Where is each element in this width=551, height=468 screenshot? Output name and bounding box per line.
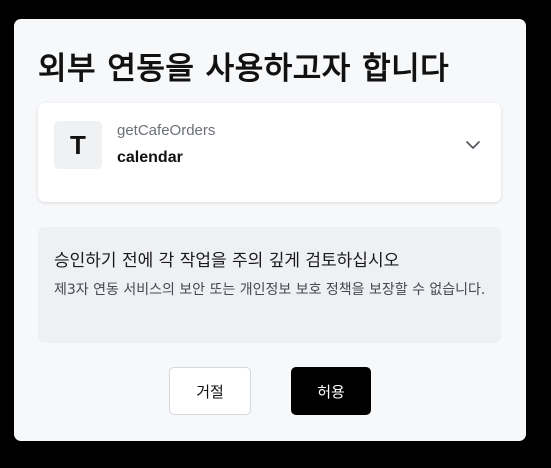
- deny-button[interactable]: 거절: [169, 367, 251, 415]
- permission-dialog: 외부 연동을 사용하고자 합니다 T getCafeOrders calenda…: [14, 19, 526, 441]
- chevron-down-icon[interactable]: [463, 135, 483, 155]
- dialog-title: 외부 연동을 사용하고자 합니다: [38, 51, 450, 87]
- warning-body: 제3자 연동 서비스의 보안 또는 개인정보 보호 정책을 보장할 수 없습니다…: [54, 282, 486, 298]
- tool-icon: T: [54, 121, 102, 169]
- warning-box: 승인하기 전에 각 작업을 주의 깊게 검토하십시오 제3자 연동 서비스의 보…: [38, 227, 501, 343]
- tool-name: getCafeOrders: [117, 122, 216, 139]
- warning-title: 승인하기 전에 각 작업을 주의 깊게 검토하십시오: [54, 251, 400, 271]
- allow-button[interactable]: 허용: [291, 367, 371, 415]
- tool-card[interactable]: T getCafeOrders calendar: [38, 103, 501, 202]
- tool-subtitle: calendar: [117, 149, 183, 166]
